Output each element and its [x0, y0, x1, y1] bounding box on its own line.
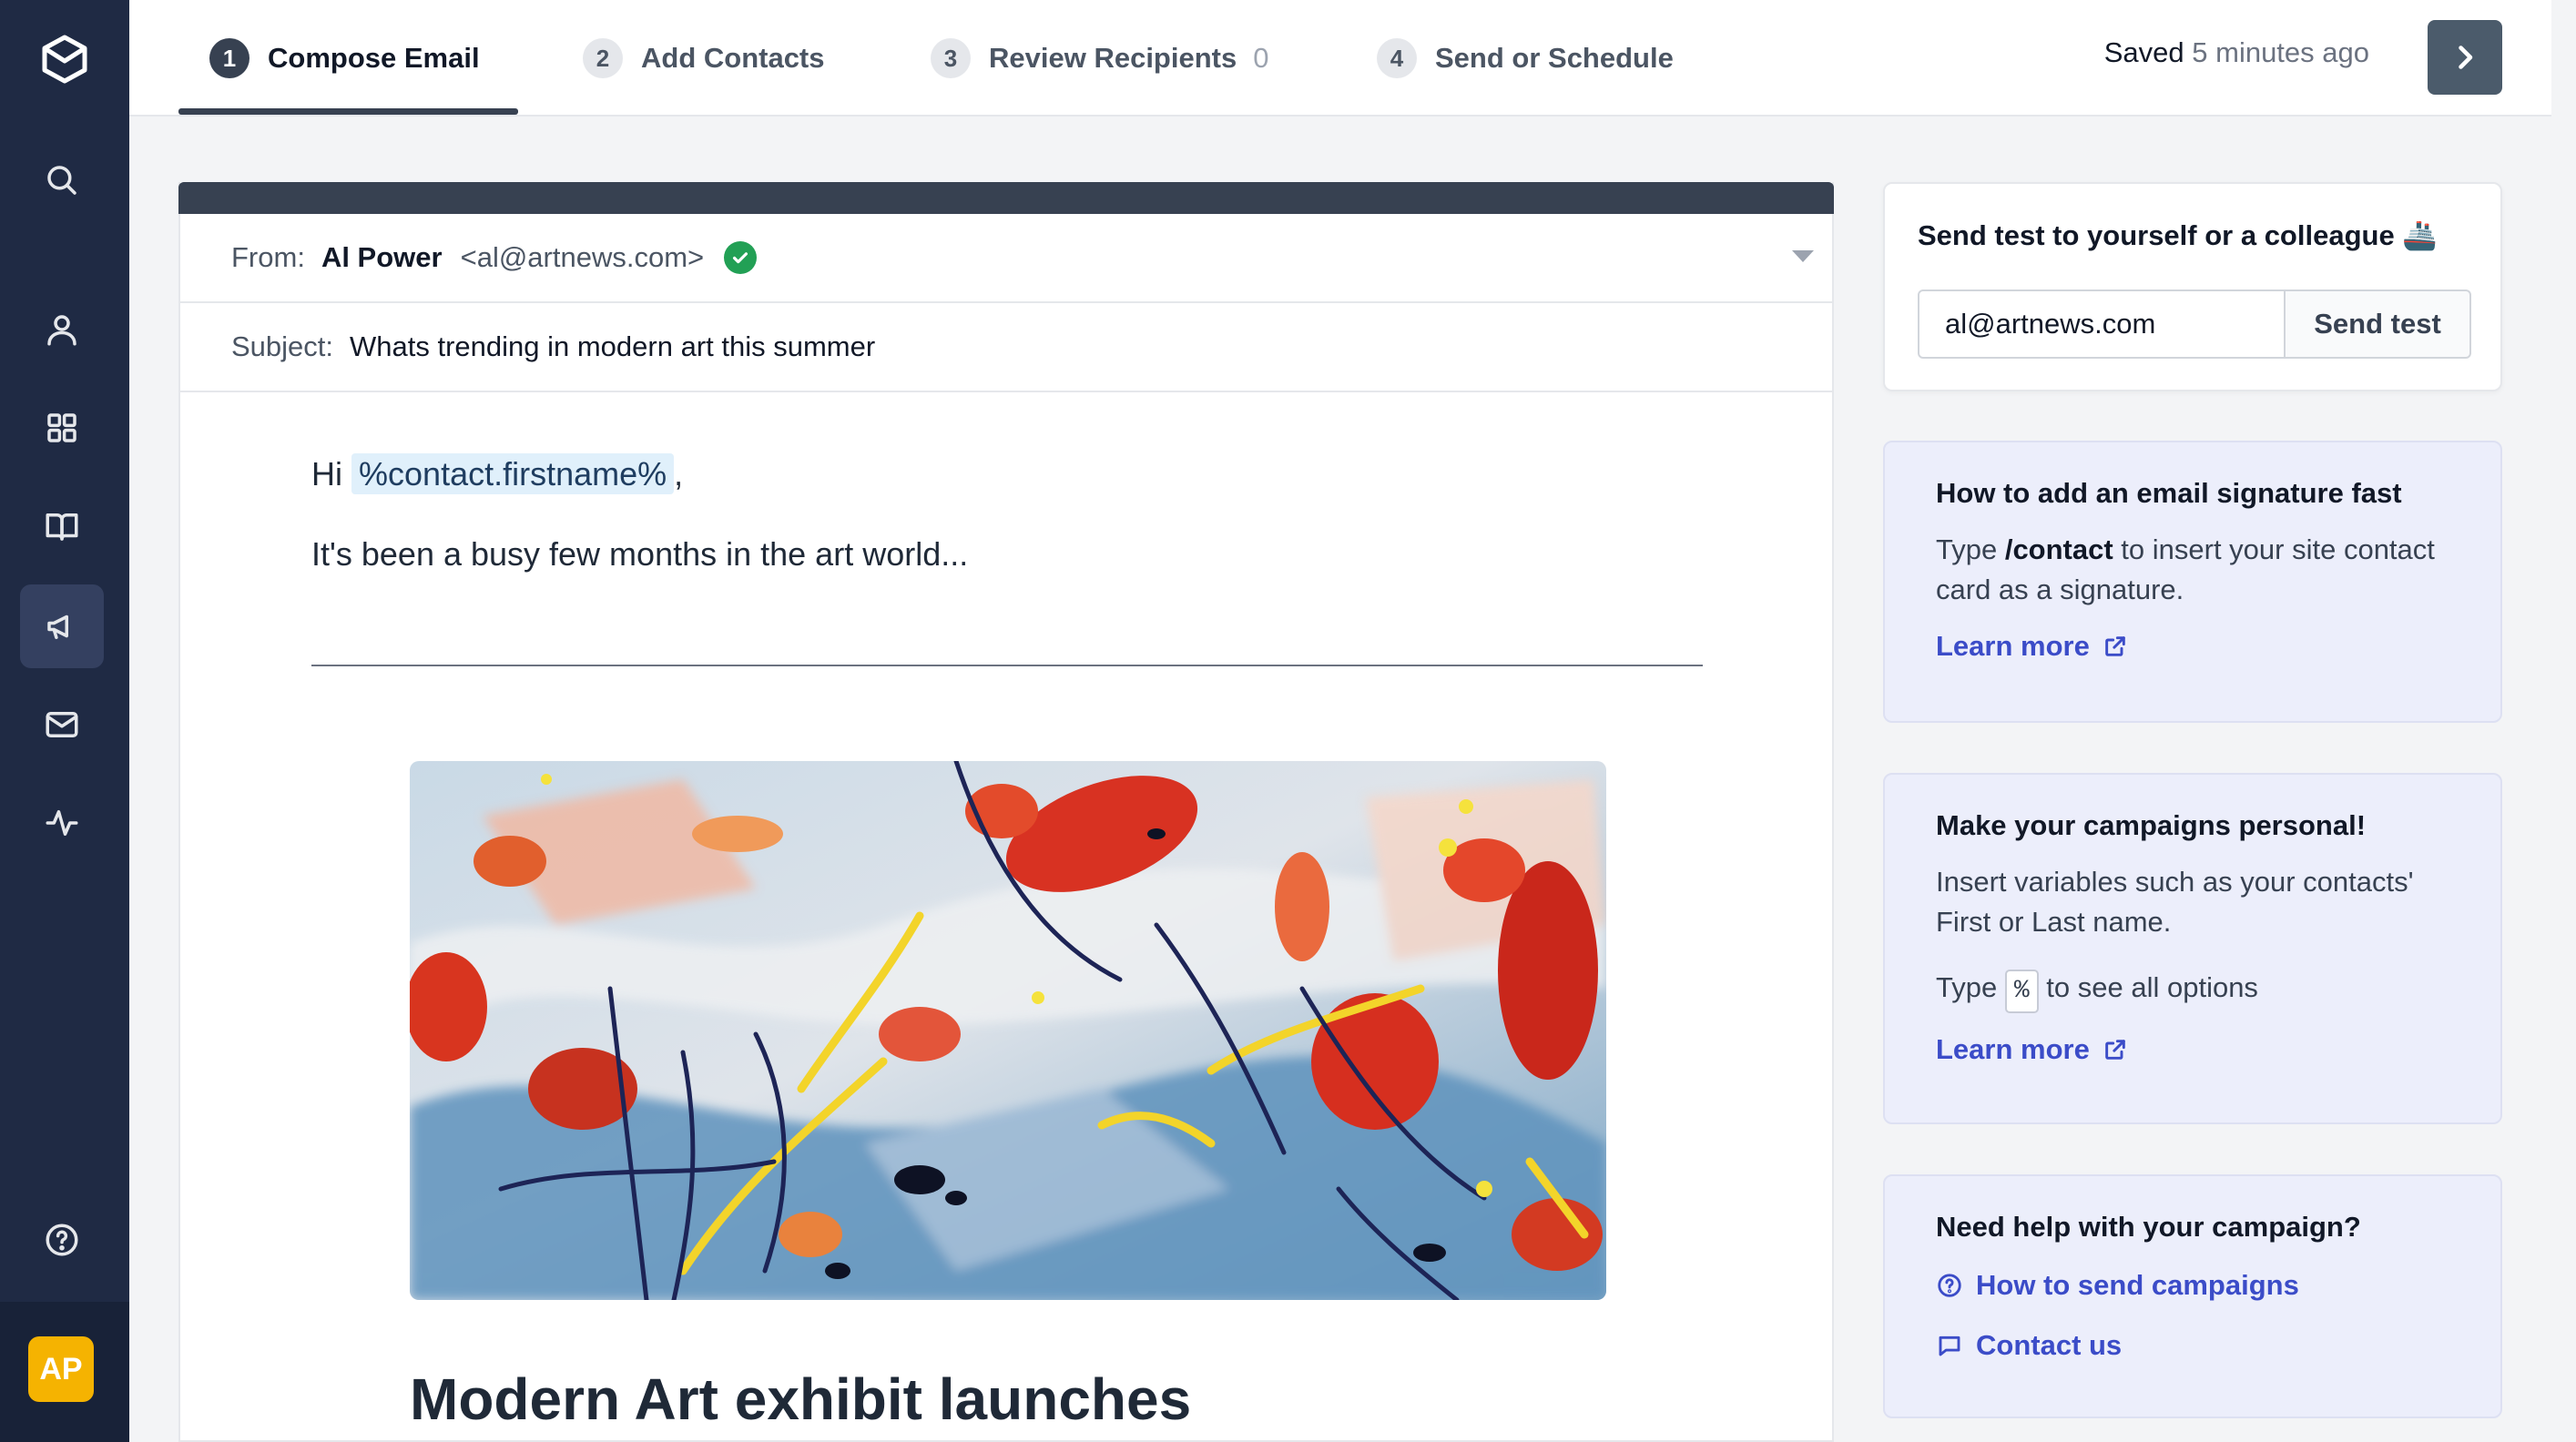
type-hint-pre: Type — [1936, 971, 1998, 1003]
chat-bubble-icon — [1939, 1335, 1960, 1356]
sidebar-item-apps[interactable] — [20, 386, 104, 470]
personalize-learn-more-link[interactable]: Learn more — [1936, 1033, 2451, 1066]
sidebar-item-search[interactable] — [20, 138, 104, 222]
external-link-icon — [2105, 636, 2125, 656]
sidebar-item-campaigns[interactable] — [20, 584, 104, 668]
contact-us-label: Contact us — [1976, 1329, 2123, 1361]
from-row[interactable]: From: Al Power <al@artnews.com> — [180, 214, 1832, 303]
step-add-contacts[interactable]: 2 Add Contacts — [583, 33, 825, 84]
personalize-tip-panel: Make your campaigns personal! Insert var… — [1883, 773, 2502, 1124]
step-compose-email[interactable]: 1 Compose Email — [209, 33, 480, 84]
tip-command: /contact — [2004, 533, 2113, 565]
help-icon — [46, 1224, 78, 1256]
tip-text-pre: Type — [1936, 533, 2005, 565]
firstname-variable[interactable]: %contact.firstname% — [351, 453, 675, 494]
step-label: Review Recipients — [989, 42, 1237, 74]
help-panel: Need help with your campaign? How to sen… — [1883, 1174, 2502, 1418]
step-number: 4 — [1377, 38, 1417, 78]
email-headline[interactable]: Modern Art exhibit launches — [410, 1366, 1191, 1433]
saved-label: Saved — [2103, 36, 2184, 68]
saved-time: 5 minutes ago — [2192, 36, 2369, 68]
avatar[interactable]: AP — [28, 1336, 94, 1402]
step-label: Add Contacts — [641, 42, 825, 74]
signature-tip-title: How to add an email signature fast — [1936, 477, 2402, 509]
email-editor: From: Al Power <al@artnews.com> Subject:… — [178, 182, 1834, 1442]
send-test-title: Send test to yourself or a colleague 🚢 — [1918, 219, 2438, 251]
greeting-suffix: , — [674, 455, 684, 493]
book-icon — [46, 513, 78, 541]
signature-tip-panel: How to add an email signature fast Type … — [1883, 441, 2502, 723]
signature-learn-more-link[interactable]: Learn more — [1936, 630, 2451, 663]
recipient-count: 0 — [1253, 42, 1269, 74]
signature-tip-text: Type /contact to insert your site contac… — [1936, 530, 2451, 610]
step-number: 3 — [931, 38, 971, 78]
app-logo-icon[interactable] — [33, 27, 97, 91]
grid-icon — [47, 413, 76, 442]
step-number: 2 — [583, 38, 623, 78]
send-test-button[interactable]: Send test — [2284, 289, 2471, 359]
mail-icon — [46, 712, 78, 737]
from-label: From: — [231, 241, 305, 273]
subject-label: Subject: — [231, 330, 334, 362]
sidebar-item-library[interactable] — [20, 484, 104, 568]
search-icon — [47, 166, 76, 195]
greeting-line[interactable]: Hi %contact.firstname%, — [311, 453, 684, 494]
from-address: <al@artnews.com> — [460, 241, 705, 273]
activity-icon — [46, 810, 78, 836]
wizard-topbar: 1 Compose Email 2 Add Contacts 3 Review … — [129, 0, 2551, 117]
save-status: Saved 5 minutes ago — [2104, 36, 2369, 69]
step-send-or-schedule[interactable]: 4 Send or Schedule — [1377, 33, 1674, 84]
sidebar-item-inbox[interactable] — [20, 683, 104, 767]
test-email-input[interactable] — [1918, 289, 2286, 359]
chevron-down-icon[interactable] — [1792, 250, 1814, 262]
help-title: Need help with your campaign? — [1936, 1211, 2361, 1243]
personalize-tip-title: Make your campaigns personal! — [1936, 809, 2367, 841]
contact-us-link[interactable]: Contact us — [1936, 1329, 2451, 1362]
from-name: Al Power — [321, 241, 443, 273]
active-step-indicator — [178, 108, 518, 115]
question-circle-icon — [1938, 1274, 1961, 1297]
step-number: 1 — [209, 38, 249, 78]
megaphone-icon — [47, 614, 68, 639]
sidebar-item-activity[interactable] — [20, 781, 104, 865]
editor-toolbar-strip — [178, 182, 1834, 214]
type-hint-post: to see all options — [2046, 971, 2258, 1003]
sidebar-item-help[interactable] — [20, 1198, 104, 1282]
learn-more-label: Learn more — [1936, 1033, 2090, 1065]
learn-more-label: Learn more — [1936, 630, 2090, 662]
subject-row[interactable]: Subject: Whats trending in modern art th… — [180, 303, 1832, 392]
step-review-recipients[interactable]: 3 Review Recipients 0 — [931, 33, 1268, 84]
verified-check-icon — [724, 241, 758, 274]
left-sidebar: AP — [0, 0, 129, 1442]
user-icon — [47, 315, 76, 346]
step-label: Compose Email — [268, 42, 480, 74]
next-step-button[interactable] — [2428, 20, 2502, 95]
step-label: Send or Schedule — [1435, 42, 1674, 74]
subject-input[interactable]: Whats trending in modern art this summer — [350, 330, 875, 363]
chevron-right-icon — [2459, 46, 2473, 69]
intro-paragraph[interactable]: It's been a busy few months in the art w… — [311, 535, 968, 574]
how-to-send-link[interactable]: How to send campaigns — [1936, 1269, 2451, 1302]
sidebar-item-contacts[interactable] — [20, 288, 104, 371]
greeting-text: Hi — [311, 455, 342, 493]
percent-key-chip: % — [2004, 970, 2039, 1013]
external-link-icon — [2105, 1040, 2125, 1060]
hero-image[interactable] — [410, 761, 1606, 1300]
horizontal-rule — [311, 665, 1703, 666]
how-to-send-label: How to send campaigns — [1976, 1269, 2299, 1301]
personalize-type-hint: Type % to see all options — [1936, 968, 2451, 1013]
send-test-panel: Send test to yourself or a colleague 🚢 S… — [1883, 182, 2502, 391]
personalize-tip-text: Insert variables such as your contacts' … — [1936, 866, 2414, 938]
